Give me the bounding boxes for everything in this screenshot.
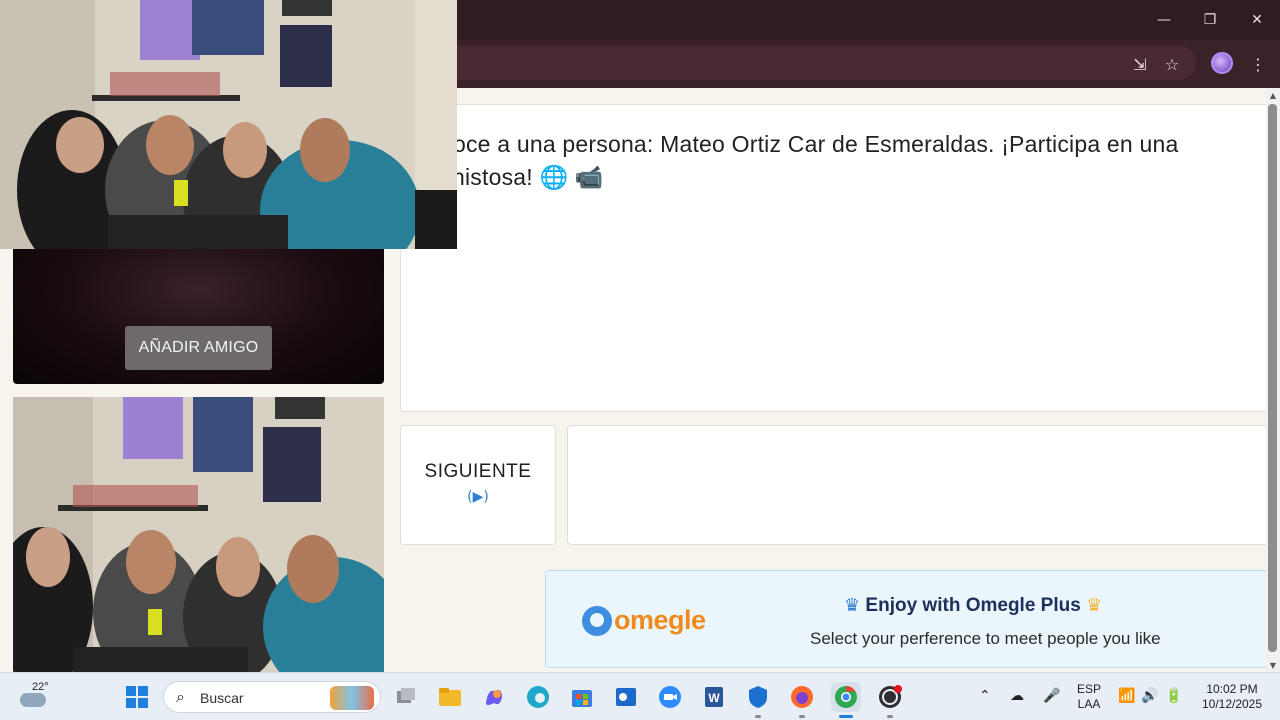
next-button[interactable]: SIGUIENTE (▶) bbox=[400, 425, 556, 545]
address-bar[interactable] bbox=[456, 46, 1196, 80]
task-view-icon[interactable] bbox=[391, 682, 421, 712]
profile-avatar[interactable] bbox=[1211, 52, 1233, 74]
outlook-icon[interactable] bbox=[611, 682, 641, 712]
cloud-offline-icon[interactable]: ☁ bbox=[1010, 688, 1024, 704]
active-indicator bbox=[839, 715, 853, 718]
promo-subtitle: Select your perference to meet people yo… bbox=[810, 629, 1161, 648]
microsoft-store-icon[interactable] bbox=[567, 682, 597, 712]
clock[interactable]: 10:02 PM 10/12/2025 bbox=[1194, 682, 1270, 712]
search-highlight-icon bbox=[330, 686, 374, 710]
omegle-logo: omegle bbox=[582, 605, 706, 636]
keyboard-layout: LAA bbox=[1077, 697, 1101, 711]
language-indicator[interactable]: ESP LAA bbox=[1074, 682, 1104, 712]
zoom-icon[interactable] bbox=[655, 682, 685, 712]
taskbar-search[interactable]: ⌕ Buscar bbox=[163, 681, 381, 713]
omegle-plus-banner[interactable]: omegle ♛ Enjoy with Omegle Plus ♛ Select… bbox=[545, 570, 1266, 668]
weather-temperature: 22° bbox=[32, 681, 49, 693]
crown-icon: ♛ bbox=[844, 595, 861, 616]
install-app-icon[interactable]: ⇲ bbox=[1128, 52, 1152, 76]
search-icon: ⌕ bbox=[176, 687, 185, 706]
clock-time: 10:02 PM bbox=[1206, 682, 1258, 696]
chat-message: noce a una persona: Mateo Ortiz Car de E… bbox=[440, 128, 1266, 194]
windows-start-icon[interactable] bbox=[122, 682, 152, 712]
edge-browser-icon[interactable] bbox=[523, 682, 553, 712]
running-indicator bbox=[799, 715, 805, 718]
svg-text:W: W bbox=[708, 691, 720, 705]
chat-line-1: noce a una persona: Mateo Ortiz Car de E… bbox=[440, 131, 1179, 157]
crown-icon: ♛ bbox=[1086, 595, 1103, 616]
stranger-video-panel: AÑADIR AMIGO bbox=[13, 249, 384, 384]
chrome-icon[interactable] bbox=[831, 682, 861, 712]
scrollbar-thumb[interactable] bbox=[1268, 104, 1277, 652]
omegle-logo-text: omegle bbox=[614, 605, 706, 635]
self-video-panel bbox=[13, 397, 384, 672]
minimize-button[interactable]: — bbox=[1141, 0, 1187, 40]
running-indicator bbox=[887, 715, 893, 718]
battery-icon[interactable]: 🔋 bbox=[1165, 688, 1182, 704]
volume-icon[interactable]: 🔊 bbox=[1141, 688, 1158, 704]
add-friend-button[interactable]: AÑADIR AMIGO bbox=[125, 326, 272, 370]
windows-taskbar: 22° ⌕ Buscar W ⌃ ☁ 🎤 ESP LAA 📶 🔊 🔋 10:02… bbox=[0, 672, 1280, 720]
close-window-button[interactable]: ✕ bbox=[1234, 0, 1280, 40]
restore-button[interactable]: ❐ bbox=[1187, 0, 1233, 40]
word-icon[interactable]: W bbox=[699, 682, 729, 712]
menu-kebab-icon[interactable]: ⋮ bbox=[1246, 52, 1270, 76]
chat-line-2: nistosa! 🌐 📹 bbox=[452, 164, 604, 190]
microphone-icon[interactable]: 🎤 bbox=[1043, 688, 1060, 704]
wifi-icon[interactable]: 📶 bbox=[1118, 688, 1135, 704]
firefox-icon[interactable] bbox=[787, 682, 817, 712]
promo-title-text: Enjoy with Omegle Plus bbox=[865, 595, 1081, 616]
message-input[interactable] bbox=[567, 425, 1266, 545]
scroll-up-arrow-icon[interactable]: ▲ bbox=[1266, 88, 1280, 102]
clock-date: 10/12/2025 bbox=[1201, 697, 1263, 711]
streamer-webcam-overlay bbox=[0, 0, 457, 249]
bookmark-star-icon[interactable]: ☆ bbox=[1160, 52, 1184, 76]
search-placeholder: Buscar bbox=[200, 690, 244, 706]
play-icon: (▶) bbox=[467, 489, 489, 505]
chevron-up-icon[interactable]: ⌃ bbox=[979, 688, 991, 704]
language-code: ESP bbox=[1076, 682, 1101, 696]
obs-studio-icon[interactable] bbox=[875, 682, 905, 712]
file-explorer-icon[interactable] bbox=[435, 682, 465, 712]
promo-title: ♛ Enjoy with Omegle Plus ♛ bbox=[844, 595, 1102, 617]
next-button-label: SIGUIENTE bbox=[424, 461, 532, 482]
cloud-icon bbox=[20, 693, 46, 707]
weather-widget[interactable]: 22° bbox=[14, 681, 54, 713]
copilot-icon[interactable] bbox=[479, 682, 509, 712]
omegle-logo-icon bbox=[582, 605, 612, 636]
scroll-down-arrow-icon[interactable]: ▼ bbox=[1266, 658, 1280, 672]
running-indicator bbox=[755, 715, 761, 718]
defender-shield-icon[interactable] bbox=[743, 682, 773, 712]
